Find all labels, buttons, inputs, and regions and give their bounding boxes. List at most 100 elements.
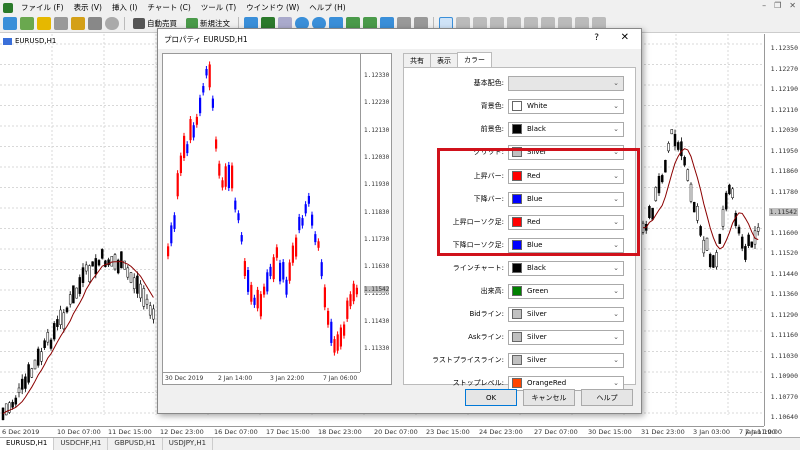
tab-eurusd[interactable]: EURUSD,H1 bbox=[0, 438, 55, 450]
candle-body bbox=[648, 206, 651, 218]
navigator-icon[interactable] bbox=[71, 17, 85, 30]
price-tick: 1.11360 bbox=[770, 290, 798, 298]
chevron-down-icon: ⌄ bbox=[613, 309, 619, 318]
color-row: Askライン: Silver ⌄ bbox=[404, 328, 637, 346]
candle-body bbox=[651, 207, 654, 220]
dialog-titlebar[interactable]: プロパティ EURUSD,H1 ? ✕ bbox=[158, 29, 641, 49]
color-row: 背景色: White ⌄ bbox=[404, 97, 637, 115]
up-candle bbox=[272, 257, 275, 280]
dialog-title: プロパティ EURUSD,H1 bbox=[164, 34, 248, 44]
market-watch-icon[interactable] bbox=[37, 17, 51, 30]
color-swatch bbox=[512, 332, 522, 342]
down-candle bbox=[320, 262, 323, 277]
tab-usdchf[interactable]: USDCHF,H1 bbox=[54, 438, 109, 450]
menu-insert[interactable]: 挿入 (I) bbox=[107, 2, 142, 13]
up-candle bbox=[355, 287, 358, 295]
preview-price-tick: 1.12130 bbox=[364, 126, 390, 134]
color-select[interactable]: Green ⌄ bbox=[508, 283, 624, 299]
new-chart-icon[interactable] bbox=[3, 17, 17, 30]
price-tick: 1.10900 bbox=[770, 372, 798, 380]
menu-window[interactable]: ウインドウ (W) bbox=[241, 2, 304, 13]
down-candle bbox=[304, 204, 307, 214]
color-select-value: Silver bbox=[527, 333, 547, 341]
ok-button[interactable]: OK bbox=[465, 389, 517, 406]
down-candle bbox=[307, 195, 310, 204]
price-axis[interactable]: 1.12350 1.12270 1.12190 1.12110 1.12030 1.119… bbox=[764, 34, 800, 426]
color-select[interactable]: White ⌄ bbox=[508, 98, 624, 114]
menu-help[interactable]: ヘルプ (H) bbox=[304, 2, 350, 13]
up-candle bbox=[167, 246, 170, 257]
candle-body bbox=[152, 308, 155, 320]
menu-chart[interactable]: チャート (C) bbox=[142, 2, 195, 13]
color-swatch bbox=[512, 309, 522, 319]
candle-body bbox=[142, 288, 146, 307]
preview-price-tick: 1.12330 bbox=[364, 72, 390, 79]
candle-body bbox=[747, 234, 750, 246]
candle-body bbox=[88, 265, 91, 283]
down-candle bbox=[266, 272, 269, 292]
data-window-icon[interactable] bbox=[54, 17, 68, 30]
candle-body bbox=[699, 226, 702, 236]
chevron-down-icon: ⌄ bbox=[613, 286, 619, 295]
candle-body bbox=[680, 141, 683, 157]
preview-time-axis: 30 Dec 2019 2 Jan 14:00 3 Jan 22:00 7 Jan 0… bbox=[163, 372, 360, 385]
time-axis[interactable]: 6 Dec 2019 10 Dec 07:00 11 Dec 15:00 12 Dec… bbox=[0, 426, 782, 437]
candle-body bbox=[702, 239, 706, 254]
price-tick: 1.12110 bbox=[770, 105, 798, 114]
candle-body bbox=[145, 298, 149, 305]
candle-body bbox=[712, 255, 715, 268]
color-select[interactable]: ⌄ bbox=[508, 75, 624, 91]
terminal-icon[interactable] bbox=[88, 17, 102, 30]
tab-show[interactable]: 表示 bbox=[430, 53, 458, 67]
up-candle bbox=[250, 284, 253, 302]
up-candle bbox=[291, 245, 294, 263]
preview-time-tick: 30 Dec 2019 bbox=[165, 375, 204, 382]
close-icon[interactable]: ✕ bbox=[789, 1, 796, 10]
profiles-icon[interactable] bbox=[20, 17, 34, 30]
signal-icon[interactable] bbox=[105, 17, 119, 30]
color-swatch bbox=[512, 124, 522, 134]
dialog-buttons: OK キャンセル ヘルプ bbox=[465, 389, 633, 406]
help-icon[interactable]: ? bbox=[594, 33, 599, 43]
current-price-tag: 1.11542 bbox=[768, 208, 798, 216]
down-candle bbox=[247, 270, 250, 292]
properties-tabs: 共有 表示 カラー bbox=[403, 52, 492, 67]
candle-body bbox=[670, 129, 674, 135]
candle-body bbox=[78, 277, 82, 294]
color-select[interactable]: Silver ⌄ bbox=[508, 306, 624, 322]
candle-body bbox=[27, 364, 30, 383]
tab-gbpusd[interactable]: GBPUSD,H1 bbox=[108, 438, 163, 450]
down-candle bbox=[205, 68, 208, 76]
menu-view[interactable]: 表示 (V) bbox=[69, 2, 107, 13]
menu-file[interactable]: ファイル (F) bbox=[16, 2, 69, 13]
color-select[interactable]: Silver ⌄ bbox=[508, 329, 624, 345]
down-candle bbox=[311, 214, 314, 226]
color-select[interactable]: Black ⌄ bbox=[508, 121, 624, 137]
tab-usdjpy[interactable]: USDJPY,H1 bbox=[163, 438, 214, 450]
chevron-down-icon: ⌄ bbox=[613, 355, 619, 364]
mdi-window-controls: – ❐ ✕ bbox=[762, 1, 796, 10]
chevron-down-icon: ⌄ bbox=[613, 78, 619, 87]
tab-colors[interactable]: カラー bbox=[457, 52, 492, 67]
minimize-icon[interactable]: – bbox=[762, 1, 766, 10]
help-button[interactable]: ヘルプ bbox=[581, 389, 633, 406]
color-select[interactable]: Black ⌄ bbox=[508, 260, 624, 276]
tab-common[interactable]: 共有 bbox=[403, 53, 431, 67]
candle-body bbox=[94, 258, 98, 275]
chevron-down-icon: ⌄ bbox=[613, 332, 619, 341]
color-select[interactable]: Silver ⌄ bbox=[508, 352, 624, 368]
price-tick: 1.11860 bbox=[770, 167, 798, 175]
close-icon[interactable]: ✕ bbox=[621, 32, 629, 43]
color-swatch bbox=[512, 263, 522, 273]
restore-icon[interactable]: ❐ bbox=[774, 1, 781, 10]
menu-tools[interactable]: ツール (T) bbox=[196, 2, 241, 13]
cancel-button[interactable]: キャンセル bbox=[523, 389, 575, 406]
candle-body bbox=[17, 387, 21, 393]
candle-body bbox=[132, 277, 136, 290]
color-swatch bbox=[512, 101, 522, 111]
candle-body bbox=[75, 287, 78, 299]
down-candle bbox=[285, 279, 288, 295]
time-tick: 10 Dec 07:00 bbox=[57, 428, 101, 436]
candle-body bbox=[756, 227, 760, 232]
candle-body bbox=[126, 267, 130, 278]
